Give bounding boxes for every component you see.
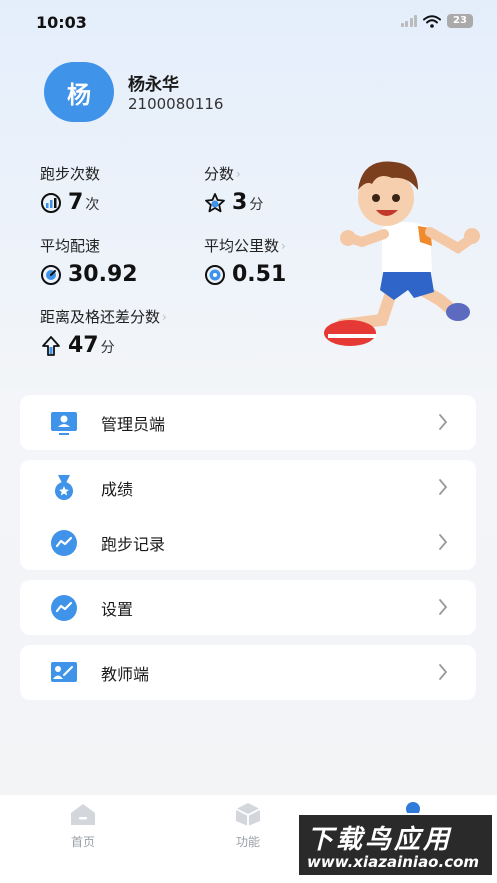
watermark-logo: 下载鸟应用 www.xiazainiao.com — [297, 813, 494, 877]
stat-avg-pace-value: 30.92 — [68, 262, 138, 287]
stat-gap-unit: 分 — [100, 340, 115, 356]
run-count-icon — [41, 192, 61, 213]
menu-item-run-records[interactable]: 跑步记录 — [20, 515, 476, 570]
chevron-right-icon — [439, 534, 448, 550]
stat-avg-km[interactable]: 平均公里数 › 0.51 — [204, 235, 286, 287]
menu-item-teacher-label: 教师端 — [101, 664, 150, 684]
stat-avg-pace-label: 平均配速 — [40, 237, 101, 255]
teacher-icon — [51, 662, 77, 682]
user-id: 2100080116 — [128, 95, 224, 113]
stat-run-count-unit: 次 — [85, 197, 100, 213]
runner-illustration — [324, 161, 480, 346]
menu-item-grades-label: 成绩 — [101, 479, 134, 499]
battery-indicator: 23 — [447, 14, 473, 28]
menu-item-admin[interactable]: 管理员端 — [20, 395, 476, 450]
chevron-right-icon — [439, 414, 448, 430]
menu-item-grades[interactable]: 成绩 — [20, 460, 476, 515]
status-icons: 23 — [400, 14, 473, 28]
chevron-right-icon — [439, 599, 448, 615]
stat-gap-to-pass[interactable]: 距离及格还差分数 › 47 分 — [40, 306, 167, 358]
trend-icon — [51, 530, 77, 556]
tab-home-label: 首页 — [70, 835, 95, 849]
card-admin: 管理员端 — [20, 395, 476, 450]
home-icon — [71, 804, 95, 825]
stat-gap-value: 47 — [68, 333, 99, 358]
stat-score[interactable]: 分数 › 3 分 — [204, 163, 263, 215]
stat-score-unit: 分 — [249, 197, 264, 213]
status-time: 10:03 — [36, 13, 87, 32]
chevron-right-icon — [439, 479, 448, 495]
stat-score-label: 分数 — [204, 165, 235, 183]
avatar[interactable]: 杨 — [44, 62, 114, 122]
cellular-signal-icon — [400, 15, 417, 27]
card-teacher: 教师端 — [20, 645, 476, 700]
stat-run-count-label: 跑步次数 — [40, 165, 101, 183]
tab-home[interactable]: 首页 — [43, 801, 123, 850]
stat-run-count[interactable]: 跑步次数 7 次 — [40, 163, 100, 215]
chevron-right-icon: › — [281, 238, 286, 253]
menu-item-run-records-label: 跑步记录 — [101, 534, 166, 554]
user-name: 杨永华 — [128, 75, 179, 95]
stat-avg-km-value: 0.51 — [232, 262, 287, 287]
status-bar: 10:03 23 — [0, 0, 497, 44]
settings-icon — [51, 595, 77, 621]
stat-score-value: 3 — [232, 190, 248, 215]
stat-gap-label: 距离及格还差分数 — [40, 308, 161, 326]
target-icon — [205, 264, 225, 285]
cube-icon — [235, 803, 261, 826]
arrow-up-icon — [42, 335, 60, 356]
menu-item-settings-label: 设置 — [101, 599, 134, 619]
chevron-right-icon: › — [162, 309, 167, 324]
speedometer-icon — [41, 264, 61, 285]
stat-avg-pace[interactable]: 平均配速 30.92 — [40, 235, 138, 287]
chevron-right-icon — [439, 664, 448, 680]
wifi-icon — [423, 14, 441, 28]
star-icon — [205, 192, 225, 212]
admin-icon — [51, 412, 77, 435]
stat-avg-km-label: 平均公里数 — [204, 237, 280, 255]
card-grades-records: 成绩 跑步记录 — [20, 460, 476, 570]
card-settings: 设置 — [20, 580, 476, 635]
watermark-title: 下载鸟应用 — [307, 825, 453, 855]
chevron-right-icon: › — [236, 166, 241, 181]
tab-features[interactable]: 功能 — [208, 801, 288, 850]
stat-run-count-value: 7 — [68, 190, 84, 215]
watermark-url: www.xiazainiao.com — [307, 853, 480, 871]
tab-features-label: 功能 — [235, 835, 260, 849]
menu-item-teacher[interactable]: 教师端 — [20, 645, 476, 700]
menu-item-settings[interactable]: 设置 — [20, 580, 476, 635]
menu-item-admin-label: 管理员端 — [101, 414, 166, 434]
medal-icon — [55, 475, 73, 500]
